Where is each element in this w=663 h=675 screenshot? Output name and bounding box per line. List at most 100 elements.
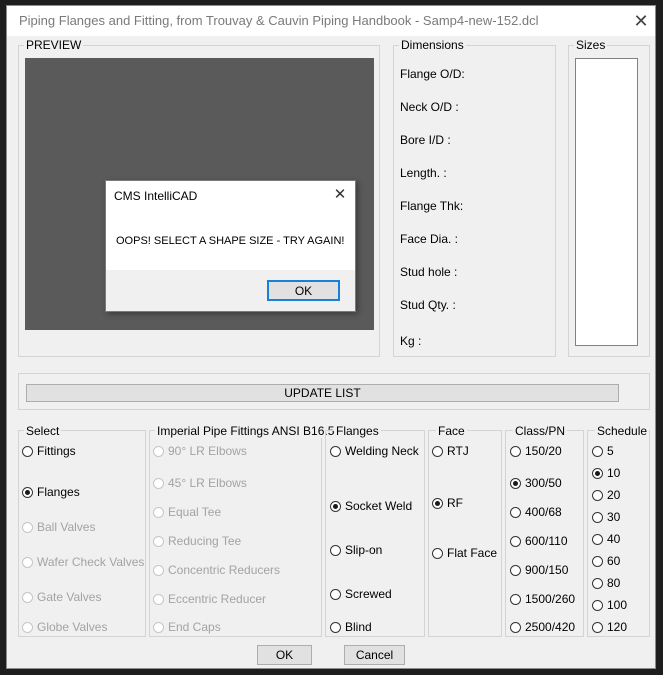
radio-flat-face[interactable]: Flat Face <box>432 545 497 561</box>
radio-circle-icon <box>22 445 33 457</box>
radio-class-600[interactable]: 600/110 <box>510 533 568 549</box>
close-icon[interactable]: ✕ <box>628 8 654 34</box>
radio-schedule-5[interactable]: 5 <box>592 443 614 459</box>
radio-circle-icon <box>592 555 603 567</box>
radio-label: 600/110 <box>525 534 568 548</box>
radio-circle-icon <box>510 564 521 576</box>
radio-label: Flat Face <box>447 546 498 560</box>
radio-class-400[interactable]: 400/68 <box>510 504 562 520</box>
radio-wafer-check-valves[interactable]: Wafer Check Valves <box>22 554 144 570</box>
radio-class-900[interactable]: 900/150 <box>510 562 568 578</box>
schedule-group-title: Schedule <box>595 424 650 438</box>
radio-ball-valves[interactable]: Ball Valves <box>22 519 95 535</box>
radio-welding-neck[interactable]: Welding Neck <box>330 443 419 459</box>
radio-rtj[interactable]: RTJ <box>432 443 469 459</box>
message-box: CMS IntelliCAD ✕ OOPS! SELECT A SHAPE SI… <box>105 180 356 312</box>
radio-label: Screwed <box>345 587 392 601</box>
radio-label: Slip-on <box>345 543 383 557</box>
radio-circle-icon <box>510 621 521 633</box>
radio-label: 5 <box>607 444 614 458</box>
radio-label: Wafer Check Valves <box>37 555 145 569</box>
radio-schedule-60[interactable]: 60 <box>592 553 620 569</box>
radio-label: Gate Valves <box>37 590 102 604</box>
dimension-label: Kg : <box>400 334 422 348</box>
dimension-label: Bore I/D : <box>400 133 451 147</box>
radio-class-300[interactable]: 300/50 <box>510 475 562 491</box>
update-list-button[interactable]: UPDATE LIST <box>26 384 619 402</box>
radio-label: Concentric Reducers <box>168 563 281 577</box>
radio-schedule-40[interactable]: 40 <box>592 531 620 547</box>
ok-button[interactable]: OK <box>257 645 312 665</box>
cancel-button[interactable]: Cancel <box>344 645 405 665</box>
radio-circle-icon <box>22 556 33 568</box>
radio-label: Flanges <box>37 485 80 499</box>
radio-circle-icon <box>330 544 341 556</box>
radio-end-caps[interactable]: End Caps <box>153 619 221 635</box>
radio-class-2500[interactable]: 2500/420 <box>510 619 575 635</box>
dimension-label: Length. : <box>400 166 447 180</box>
dimension-label: Stud Qty. : <box>400 298 456 312</box>
radio-flanges[interactable]: Flanges <box>22 484 80 500</box>
radio-schedule-120[interactable]: 120 <box>592 619 627 635</box>
sizes-group-title: Sizes <box>574 38 608 52</box>
radio-socket-weld[interactable]: Socket Weld <box>330 498 412 514</box>
radio-gate-valves[interactable]: Gate Valves <box>22 589 101 605</box>
radio-label: 80 <box>607 576 621 590</box>
radio-circle-icon <box>330 621 341 633</box>
radio-label: Reducing Tee <box>168 534 242 548</box>
radio-circle-icon <box>592 467 603 479</box>
radio-concentric-reducers[interactable]: Concentric Reducers <box>153 562 280 578</box>
radio-schedule-30[interactable]: 30 <box>592 509 620 525</box>
radio-45-lr-elbows[interactable]: 45° LR Elbows <box>153 475 247 491</box>
select-group-title: Select <box>24 424 62 438</box>
dimension-label: Neck O/D : <box>400 100 459 114</box>
dimension-label: Flange Thk: <box>400 199 464 213</box>
radio-circle-icon <box>153 535 164 547</box>
radio-class-150[interactable]: 150/20 <box>510 443 562 459</box>
radio-blind[interactable]: Blind <box>330 619 372 635</box>
radio-label: Equal Tee <box>168 505 222 519</box>
radio-label: 100 <box>607 598 628 612</box>
radio-globe-valves[interactable]: Globe Valves <box>22 619 107 635</box>
radio-rf[interactable]: RF <box>432 495 463 511</box>
message-text: OOPS! SELECT A SHAPE SIZE - TRY AGAIN! <box>116 235 345 247</box>
radio-circle-icon <box>592 445 603 457</box>
radio-circle-icon <box>153 445 164 457</box>
radio-eccentric-reducer[interactable]: Eccentric Reducer <box>153 591 266 607</box>
radio-circle-icon <box>510 445 521 457</box>
radio-schedule-100[interactable]: 100 <box>592 597 627 613</box>
message-box-close-icon[interactable]: ✕ <box>328 184 352 206</box>
radio-circle-icon <box>153 506 164 518</box>
radio-schedule-10[interactable]: 10 <box>592 465 620 481</box>
radio-schedule-20[interactable]: 20 <box>592 487 620 503</box>
radio-class-1500[interactable]: 1500/260 <box>510 591 575 607</box>
radio-label: 300/50 <box>525 476 562 490</box>
radio-circle-icon <box>22 521 33 533</box>
radio-label: 150/20 <box>525 444 562 458</box>
dimensions-group-title: Dimensions <box>399 38 466 52</box>
radio-90-lr-elbows[interactable]: 90° LR Elbows <box>153 443 247 459</box>
radio-screwed[interactable]: Screwed <box>330 586 392 602</box>
radio-fittings[interactable]: Fittings <box>22 443 76 459</box>
radio-equal-tee[interactable]: Equal Tee <box>153 504 221 520</box>
face-group <box>428 430 502 637</box>
radio-circle-icon <box>153 564 164 576</box>
radio-label: 20 <box>607 488 621 502</box>
radio-slip-on[interactable]: Slip-on <box>330 542 382 558</box>
radio-circle-icon <box>153 477 164 489</box>
message-box-title: CMS IntelliCAD <box>114 189 198 203</box>
radio-circle-icon <box>592 599 603 611</box>
radio-reducing-tee[interactable]: Reducing Tee <box>153 533 241 549</box>
radio-label: 2500/420 <box>525 620 576 634</box>
radio-label: 120 <box>607 620 628 634</box>
radio-label: Eccentric Reducer <box>168 592 267 606</box>
message-ok-button[interactable]: OK <box>267 280 340 301</box>
flanges-group-title: Flanges <box>334 424 381 438</box>
radio-schedule-80[interactable]: 80 <box>592 575 620 591</box>
radio-label: 45° LR Elbows <box>168 476 247 490</box>
radio-circle-icon <box>22 591 33 603</box>
sizes-listbox[interactable] <box>575 58 638 346</box>
radio-circle-icon <box>330 445 341 457</box>
fittings-group-title: Imperial Pipe Fittings ANSI B16.5 <box>155 424 337 438</box>
dimension-label: Stud hole : <box>400 265 458 279</box>
